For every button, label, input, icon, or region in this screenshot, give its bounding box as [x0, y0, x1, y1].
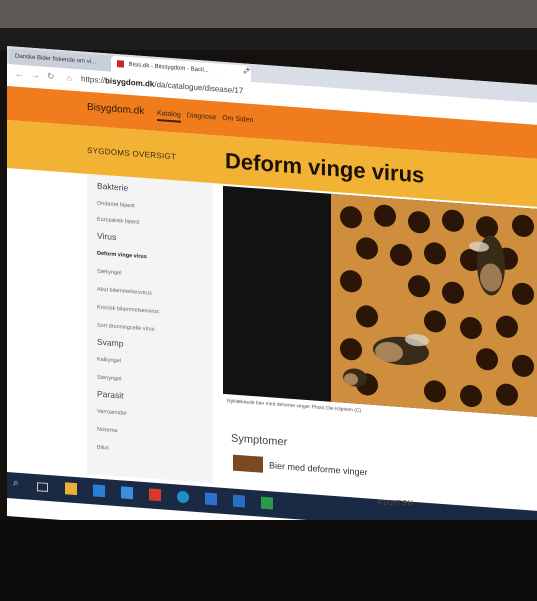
nav-katalog[interactable]: Katalog	[157, 110, 181, 123]
store-icon[interactable]	[121, 486, 133, 500]
sidebar-item-ondartet-bipest[interactable]: Ondartet bipest	[97, 201, 135, 210]
excel-icon[interactable]	[261, 496, 273, 510]
sidebar-item-stenyngel[interactable]: Stenyngel	[97, 375, 121, 383]
wall	[0, 0, 537, 30]
word-icon[interactable]	[233, 494, 245, 508]
nav-om-siden[interactable]: Om Siden	[222, 115, 253, 124]
browser-tab-label: Bisis.dk - Biissygdom - Bacil...	[128, 61, 209, 74]
site-logo[interactable]: Bisygdom.dk	[87, 102, 144, 117]
sidebar-item-kronisk-bilammelsesvirus[interactable]: Kronisk bilammelsesvirus	[97, 305, 159, 316]
file-explorer-icon[interactable]	[65, 482, 77, 496]
new-tab-button[interactable]: +	[245, 64, 251, 75]
main-nav: Katalog Diagnose Om Siden	[157, 110, 257, 124]
reload-icon[interactable]: ↻	[47, 71, 55, 83]
sidebar-item-bilus[interactable]: Bilus	[97, 445, 109, 452]
search-icon[interactable]: ⌕	[13, 477, 25, 490]
sidebar-group-virus[interactable]: Virus	[97, 231, 116, 242]
symptoms-heading: Symptomer	[231, 432, 288, 449]
sidebar-group-parasit[interactable]: Parasit	[97, 389, 123, 401]
sidebar-item-kalkyngel[interactable]: Kalkyngel	[97, 357, 121, 365]
symptom-item[interactable]: Bier med deforme vinger	[269, 460, 368, 477]
browser-icon[interactable]	[177, 490, 189, 504]
task-view-icon[interactable]	[37, 482, 48, 493]
hero-image	[223, 185, 537, 417]
mail-icon[interactable]	[205, 492, 217, 506]
symptom-thumbnail[interactable]	[233, 454, 263, 473]
sidebar: Bakterie Ondartet bipest Europæisk bipes…	[87, 173, 213, 484]
sidebar-item-sort-dronningcelle-virus[interactable]: Sort dronningcelle virus	[97, 323, 154, 333]
sidebar-item-varroamider[interactable]: Varroamider	[97, 409, 127, 417]
monitor-bottom-bezel	[0, 520, 537, 601]
monitor-top-bezel	[0, 28, 537, 50]
sidebar-item-europaeisk-bipest[interactable]: Europæisk bipest	[97, 217, 140, 226]
pdf-reader-icon[interactable]	[149, 488, 161, 502]
favicon-icon	[117, 59, 124, 68]
honeycomb-photo	[331, 193, 537, 417]
sidebar-item-nosema[interactable]: Nosema	[97, 427, 117, 435]
nav-diagnose[interactable]: Diagnose	[187, 112, 217, 121]
back-icon[interactable]: ←	[15, 69, 24, 80]
sidebar-group-svamp[interactable]: Svamp	[97, 337, 123, 349]
monitor-brand-logo: FUJITSU	[378, 500, 414, 507]
browser-tab-label: Danske Bider fiskende om vi...	[15, 53, 97, 66]
sidebar-group-bakterie[interactable]: Bakterie	[97, 181, 128, 193]
sidebar-item-saekyngel[interactable]: Sækyngel	[97, 269, 121, 277]
lock-icon: ⌂	[67, 73, 72, 83]
sidebar-item-deform-vinge-virus[interactable]: Deform vinge virus	[97, 251, 147, 261]
forward-icon[interactable]: →	[31, 70, 40, 81]
app-icon[interactable]	[93, 484, 105, 498]
sidebar-item-akut-bilammelsesvirus[interactable]: Akut bilammelsesvirus	[97, 287, 152, 297]
